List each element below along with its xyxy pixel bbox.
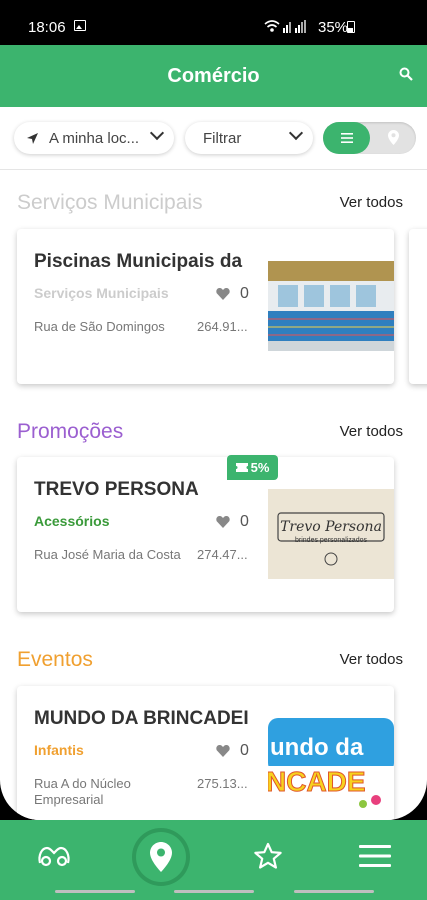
logo-text: Trevo Persona xyxy=(280,519,382,535)
listing-distance: 274.47... xyxy=(197,547,248,562)
filter-dropdown[interactable]: Filtrar xyxy=(185,122,313,154)
filter-label: Filtrar xyxy=(203,129,242,147)
listing-name: MUNDO DA BRINCADEI xyxy=(34,708,249,729)
listing-name: Piscinas Municipais da xyxy=(34,251,243,272)
discount-badge: 5% xyxy=(227,455,278,480)
menu-icon xyxy=(359,845,391,867)
listing-card[interactable]: MUNDO DA BRINCADEI Infantis 0 Rua A do N… xyxy=(17,686,394,820)
chevron-down-icon xyxy=(149,125,165,141)
listing-card-peek[interactable] xyxy=(409,229,427,384)
navigation-arrow-icon xyxy=(27,132,38,144)
nav-map[interactable] xyxy=(136,832,186,882)
see-all-eventos[interactable]: Ver todos xyxy=(340,651,403,668)
listing-category: Infantis xyxy=(34,742,84,758)
ticket-icon xyxy=(235,463,248,472)
like-count: 0 xyxy=(240,742,249,759)
listing-address: Rua José Maria da Costa xyxy=(34,547,181,562)
heart-icon[interactable] xyxy=(216,744,230,757)
map-pin-icon xyxy=(150,842,172,872)
nav-favorites[interactable] xyxy=(250,838,286,874)
search-icon[interactable] xyxy=(399,67,413,81)
list-view-button[interactable] xyxy=(323,122,370,154)
see-all-servicos[interactable]: Ver todos xyxy=(340,194,403,211)
divider xyxy=(0,169,427,170)
gesture-bar xyxy=(174,890,254,893)
like-count: 0 xyxy=(240,513,249,530)
chevron-down-icon xyxy=(288,125,304,141)
logo-subtext: brindes personalizados xyxy=(295,537,367,544)
binoculars-icon xyxy=(38,846,70,867)
nav-explore[interactable] xyxy=(36,838,72,874)
battery-icon xyxy=(347,21,355,33)
status-time: 18:06 xyxy=(28,19,66,36)
status-bar: 18:06 35% xyxy=(0,0,427,45)
heart-icon[interactable] xyxy=(216,515,230,528)
list-icon xyxy=(341,133,353,143)
page-title: Comércio xyxy=(167,65,260,87)
section-title-eventos: Eventos xyxy=(17,648,93,671)
signal-icon xyxy=(283,20,306,33)
image-notification-icon xyxy=(74,20,86,31)
logo-subtext: NCADE xyxy=(268,766,366,798)
nav-menu[interactable] xyxy=(357,838,393,874)
app-header: Comércio xyxy=(0,45,427,107)
gesture-bar xyxy=(55,890,135,893)
trevo-persona-logo: Trevo Persona brindes personalizados xyxy=(268,489,394,579)
main-content[interactable]: A minha loc... Filtrar Serviços Municipa… xyxy=(0,107,427,820)
heart-icon[interactable] xyxy=(216,287,230,300)
listing-address: Rua de São Domingos xyxy=(34,319,165,334)
filter-bar: A minha loc... Filtrar xyxy=(0,107,427,167)
listing-distance: 264.91... xyxy=(197,319,248,334)
listing-address: Rua A do Núcleo Empresarial xyxy=(34,776,131,807)
location-dropdown[interactable]: A minha loc... xyxy=(14,122,174,154)
section-title-servicos: Serviços Municipais xyxy=(17,191,203,214)
map-pin-icon xyxy=(388,130,399,145)
like-count: 0 xyxy=(240,285,249,302)
discount-value: 5% xyxy=(250,460,270,475)
gesture-bar xyxy=(294,890,374,893)
see-all-promocoes[interactable]: Ver todos xyxy=(340,423,403,440)
listing-card[interactable]: Piscinas Municipais da Serviços Municipa… xyxy=(17,229,394,384)
map-view-button[interactable] xyxy=(370,122,416,154)
battery-level: 35% xyxy=(318,19,349,36)
mundo-da-brincadeira-logo: undo da NCADE xyxy=(268,718,394,808)
bottom-navigation xyxy=(0,820,427,900)
location-label: A minha loc... xyxy=(49,129,140,147)
pool-photo xyxy=(268,261,394,351)
listing-card[interactable]: TREVO PERSONA Acessórios 0 Rua José Mari… xyxy=(17,457,394,612)
listing-distance: 275.13... xyxy=(197,776,248,791)
view-toggle xyxy=(323,122,416,154)
section-title-promocoes: Promoções xyxy=(17,420,124,443)
logo-text: undo da xyxy=(270,734,364,761)
listing-category: Serviços Municipais xyxy=(34,285,169,301)
star-icon xyxy=(254,842,282,869)
listing-name: TREVO PERSONA xyxy=(34,479,199,500)
listing-category: Acessórios xyxy=(34,513,110,529)
wifi-icon xyxy=(264,20,280,32)
